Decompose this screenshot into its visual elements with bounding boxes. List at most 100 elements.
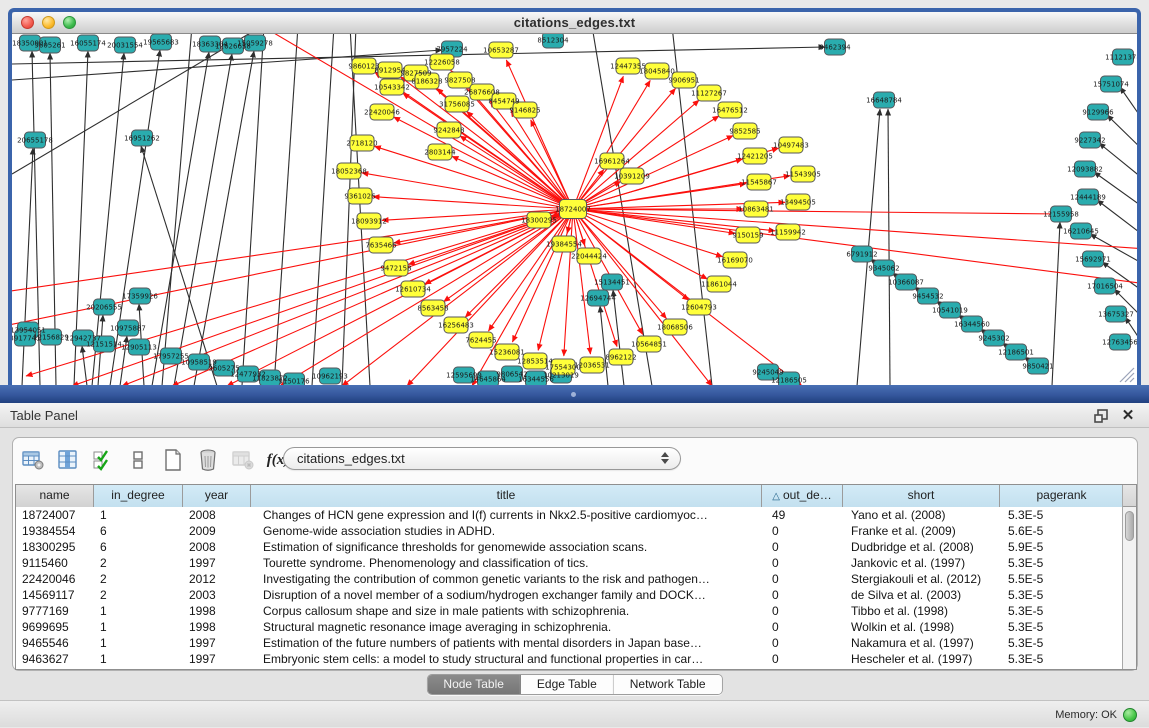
table-select-dropdown[interactable]: citations_edges.txt — [283, 447, 681, 470]
table-options-icon[interactable] — [21, 448, 45, 472]
table-row[interactable]: 1938455462009Genome-wide association stu… — [16, 523, 1122, 539]
tab-node-table[interactable]: Node Table — [427, 675, 521, 694]
network-node-label: 18724007 — [555, 205, 591, 213]
network-node-label: 16951262 — [124, 134, 160, 142]
network-edge — [573, 209, 590, 354]
table-cell: 1997 — [183, 555, 251, 571]
attribute-table: namein_degreeyeartitle△out_de…shortpager… — [15, 484, 1137, 670]
table-cell: 14569117 — [16, 587, 94, 603]
network-edge — [511, 110, 573, 209]
network-node-label: 11545867 — [741, 178, 777, 186]
network-node-label: 9850421 — [1022, 362, 1053, 370]
resize-grip-icon[interactable] — [1120, 368, 1134, 382]
table-row[interactable]: 946362711997Embryonic stem cells: a mode… — [16, 651, 1122, 667]
table-cell: 9465546 — [16, 635, 94, 651]
network-node-label: 12093882 — [1067, 165, 1103, 173]
table-row[interactable]: 977716911998Corpus callosum shape and si… — [16, 603, 1122, 619]
table-row[interactable]: 1872400712008Changes of HCN gene express… — [16, 507, 1122, 523]
table-row[interactable]: 2242004622012Investigating the contribut… — [16, 571, 1122, 587]
table-row[interactable]: 969969511998Structural magnetic resonanc… — [16, 619, 1122, 635]
network-node-label: 9605261 — [34, 41, 65, 49]
table-cell: 49 — [762, 507, 843, 523]
table-cell: 0 — [762, 539, 843, 555]
divider-grip-icon — [571, 392, 576, 397]
network-node-label: 10564851 — [631, 340, 667, 348]
network-node-label: 11121378 — [1105, 53, 1137, 61]
table-panel: Table Panel ✕ — [0, 403, 1149, 700]
network-edge — [1052, 222, 1060, 385]
scrollbar-thumb[interactable] — [1125, 511, 1134, 541]
network-node-label: 9150159 — [732, 231, 763, 239]
network-canvas[interactable]: 1835090196052611605517420031554195656831… — [12, 34, 1137, 385]
network-node-label: 13494505 — [780, 198, 816, 206]
table-cell: 1998 — [183, 619, 251, 635]
table-body[interactable]: 1872400712008Changes of HCN gene express… — [16, 507, 1122, 669]
table-cell: Changes of HCN gene expression and I(f) … — [251, 507, 762, 523]
column-header-pagerank[interactable]: pagerank — [1000, 485, 1124, 507]
table-cell: Corpus callosum shape and size in male p… — [251, 603, 762, 619]
network-node-label: 16961264 — [594, 157, 630, 165]
scrollbar-corner — [1123, 485, 1136, 507]
network-node-label: 20655178 — [17, 136, 53, 144]
table-cell: 0 — [762, 603, 843, 619]
table-toolbar: f(x) — [21, 445, 290, 475]
row-height-icon[interactable] — [126, 448, 150, 472]
network-node-label: 10366087 — [888, 278, 924, 286]
network-node-label: 12186505 — [771, 376, 807, 384]
network-window-title: citations_edges.txt — [12, 12, 1137, 34]
delete-column-icon[interactable] — [196, 448, 220, 472]
tab-network-table[interactable]: Network Table — [614, 675, 722, 694]
network-window-titlebar[interactable]: citations_edges.txt — [12, 12, 1137, 34]
column-header-year[interactable]: year — [183, 485, 251, 507]
table-cell: 18724007 — [16, 507, 94, 523]
table-cell: Wolkin et al. (1998) — [843, 619, 1000, 635]
table-cell: Dudbridge et al. (2008) — [843, 539, 1000, 555]
table-cell: 5.9E-5 — [1000, 539, 1124, 555]
close-panel-icon[interactable]: ✕ — [1119, 407, 1137, 425]
network-node-label: 16256483 — [438, 321, 474, 329]
network-node-label: 12447355 — [610, 62, 646, 70]
network-node-label: 15134451 — [594, 278, 630, 286]
column-header-out_de[interactable]: △out_de… — [762, 485, 843, 507]
table-cell: Tibbo et al. (1998) — [843, 603, 1000, 619]
table-scrollbar[interactable] — [1122, 485, 1136, 669]
network-node-label: 20206555 — [86, 303, 122, 311]
column-header-title[interactable]: title — [251, 485, 762, 507]
network-edge — [888, 109, 890, 385]
network-node-label: 10541019 — [932, 306, 968, 314]
create-column-icon[interactable] — [161, 448, 185, 472]
table-cell: 0 — [762, 635, 843, 651]
network-svg[interactable]: 1835090196052611605517420031554195656831… — [12, 34, 1137, 385]
network-node-label: 9906951 — [668, 76, 699, 84]
table-cell: 9699695 — [16, 619, 94, 635]
column-header-short[interactable]: short — [843, 485, 1000, 507]
table-row[interactable]: 911546021997Tourette syndrome. Phenomeno… — [16, 555, 1122, 571]
pane-divider[interactable] — [0, 385, 1149, 403]
network-node-label: 8186328 — [411, 77, 442, 85]
table-cell: 9115460 — [16, 555, 94, 571]
network-node-label: 11861044 — [701, 280, 737, 288]
selection-mode-icon[interactable] — [91, 448, 115, 472]
column-header-in_degree[interactable]: in_degree — [94, 485, 183, 507]
network-node-label: 26876608 — [464, 88, 500, 96]
show-columns-icon[interactable] — [56, 448, 80, 472]
network-node-label: 17359926 — [122, 292, 158, 300]
table-row[interactable]: 946554611997Estimation of the future num… — [16, 635, 1122, 651]
table-row[interactable]: 1456911722003Disruption of a novel membe… — [16, 587, 1122, 603]
table-cell: Jankovic et al. (1997) — [843, 555, 1000, 571]
float-panel-icon[interactable] — [1093, 407, 1111, 425]
column-header-name[interactable]: name — [16, 485, 94, 507]
table-cell: Disruption of a novel member of a sodium… — [251, 587, 762, 603]
memory-ok-icon[interactable] — [1123, 708, 1137, 722]
network-node-label: 12604793 — [681, 303, 717, 311]
table-cell: Franke et al. (2009) — [843, 523, 1000, 539]
network-window: citations_edges.txt 18350901960526116055… — [8, 8, 1141, 385]
network-edge — [564, 209, 573, 356]
table-cell: Embryonic stem cells: a model to study s… — [251, 651, 762, 667]
network-node-label: 12610734 — [395, 285, 431, 293]
table-cell: 1 — [94, 635, 183, 651]
table-row[interactable]: 1830029562008Estimation of significance … — [16, 539, 1122, 555]
tab-edge-table[interactable]: Edge Table — [521, 675, 614, 694]
network-node-label: 7635466 — [365, 241, 397, 249]
table-cell: 2 — [94, 587, 183, 603]
